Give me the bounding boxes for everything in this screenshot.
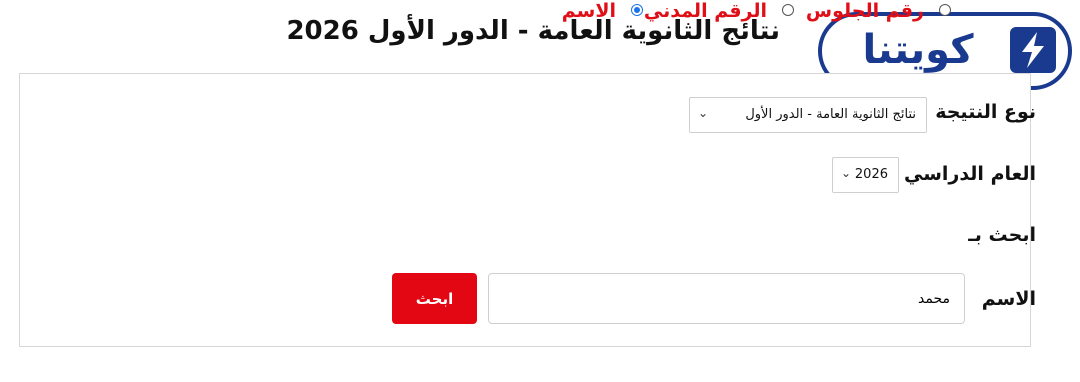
radio-seat-number[interactable]: رقم الجلوس [806, 0, 951, 24]
chevron-down-icon: ⌄ [698, 106, 709, 120]
result-type-select[interactable]: نتائج الثانوية العامة - الدور الأول ⌄ [689, 97, 927, 133]
radio-button-icon[interactable] [782, 4, 794, 16]
radio-seat-number-label: رقم الجلوس [805, 0, 924, 22]
chevron-down-icon: ⌄ [841, 166, 852, 180]
radio-civil-id[interactable]: الرقم المدني [644, 0, 794, 24]
academic-year-select[interactable]: 2026 ⌄ [832, 157, 899, 193]
search-button[interactable]: ابحث [392, 273, 477, 324]
name-input[interactable] [488, 273, 965, 324]
radio-button-checked-icon[interactable] [631, 4, 643, 16]
radio-button-icon[interactable] [939, 4, 951, 16]
result-type-label: نوع النتيجة [935, 101, 1036, 123]
name-label: الاسم [981, 288, 1036, 310]
radio-name-label: الاسم [561, 0, 616, 22]
academic-year-label: العام الدراسي [903, 163, 1036, 185]
logo-lightning-icon [1010, 27, 1056, 73]
search-by-label: ابحث بـ [968, 224, 1036, 246]
logo-text: كويتنا [862, 27, 974, 73]
radio-civil-id-label: الرقم المدني [643, 0, 767, 22]
radio-name[interactable]: الاسم [562, 0, 643, 24]
academic-year-value: 2026 [854, 167, 888, 182]
result-type-value: نتائج الثانوية العامة - الدور الأول [745, 107, 916, 122]
